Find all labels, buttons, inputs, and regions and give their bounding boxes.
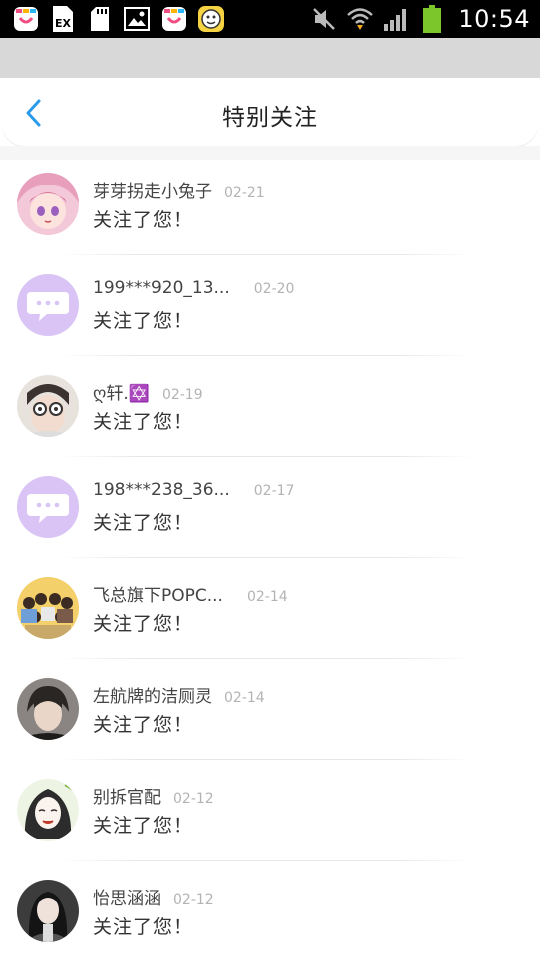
divider [60,355,474,356]
top-gray-band [0,38,540,78]
list-item[interactable]: 怡思涵涵 02-12 关注了您！ [0,867,540,960]
list-item[interactable]: ღ轩.✡️ 02-19 关注了您！ [0,362,540,463]
message-text: 关注了您！ [93,310,194,332]
top-bar: 特别关注 [2,78,538,146]
divider [60,759,474,760]
avatar[interactable] [17,476,79,538]
message-text: 关注了您！ [93,209,194,231]
follower-list: 芽芽拐走小兔子 02-21 关注了您！ 199***920_13... 02-20 … [0,160,540,960]
divider [60,860,474,861]
app-icon [12,5,40,33]
message-text: 关注了您！ [93,815,194,837]
divider [60,658,474,659]
follow-date: 02-21 [224,185,265,201]
user-name-row: 左航牌的洁厕灵 02-14 [93,682,265,707]
avatar[interactable] [17,779,79,841]
follow-date: 02-19 [161,387,203,403]
chat-bubble-icon [17,476,79,538]
follow-date: 02-20 [253,281,295,297]
follow-date: 02-14 [224,690,265,706]
divider [60,456,474,457]
wifi-icon [346,5,374,33]
doc-icon: EX [49,5,77,33]
user-name: 左航牌的洁厕灵 [93,687,212,707]
user-name: 别拆官配 [93,788,161,808]
follow-date: 02-14 [246,589,288,605]
message-text: 关注了您！ [93,613,194,635]
message-text: 关注了您！ [93,512,194,534]
image-icon [123,5,151,33]
list-item[interactable]: 198***238_36... 02-17 关注了您！ [0,463,540,564]
list-item[interactable]: 芽芽拐走小兔子 02-21 关注了您！ [0,160,540,261]
mute-icon [310,5,338,33]
list-item[interactable]: 左航牌的洁厕灵 02-14 关注了您！ [0,665,540,766]
user-name: ღ轩.✡️ [93,384,150,404]
header-gap [0,146,540,160]
chat-bubble-icon [17,274,79,336]
user-name-row: 芽芽拐走小兔子 02-21 [93,177,265,202]
user-name-row: 别拆官配 02-12 [93,783,214,808]
list-item[interactable]: 飞总旗下POPC... 02-14 关注了您！ [0,564,540,665]
user-name-row: 怡思涵涵 02-12 [93,884,214,909]
follow-date: 02-17 [253,483,295,499]
avatar[interactable] [17,274,79,336]
divider [60,254,474,255]
emoji-icon [197,5,225,33]
battery-icon [418,5,446,33]
user-name-row: 飞总旗下POPC... 02-14 [93,581,288,606]
user-name: 怡思涵涵 [93,889,161,909]
avatar[interactable] [17,678,79,740]
follow-date: 02-12 [173,892,214,908]
user-name: 芽芽拐走小兔子 [93,182,212,202]
message-text: 关注了您！ [93,916,194,938]
sdcard-icon [86,5,114,33]
avatar[interactable] [17,880,79,942]
avatar[interactable] [17,577,79,639]
user-name-row: 199***920_13... 02-20 [93,278,294,298]
follow-date: 02-12 [173,791,214,807]
user-name: 飞总旗下POPC... [93,586,223,606]
app-icon-2 [160,5,188,33]
user-name-row: ღ轩.✡️ 02-19 [93,379,203,404]
page-title: 特别关注 [222,105,318,131]
list-item[interactable]: 别拆官配 02-12 关注了您！ [0,766,540,867]
divider [60,557,474,558]
user-name-row: 198***238_36... 02-17 [93,480,294,500]
status-bar: EX 10:54 [0,0,540,38]
signal-icon [382,5,410,33]
message-text: 关注了您！ [93,714,194,736]
avatar[interactable] [17,173,79,235]
doc-icon-text: EX [55,17,72,30]
clock: 10:54 [458,5,530,33]
message-text: 关注了您！ [93,411,194,433]
user-name: 199***920_13... [93,278,230,298]
list-item[interactable]: 199***920_13... 02-20 关注了您！ [0,261,540,362]
avatar[interactable] [17,375,79,437]
user-name: 198***238_36... [93,480,230,500]
